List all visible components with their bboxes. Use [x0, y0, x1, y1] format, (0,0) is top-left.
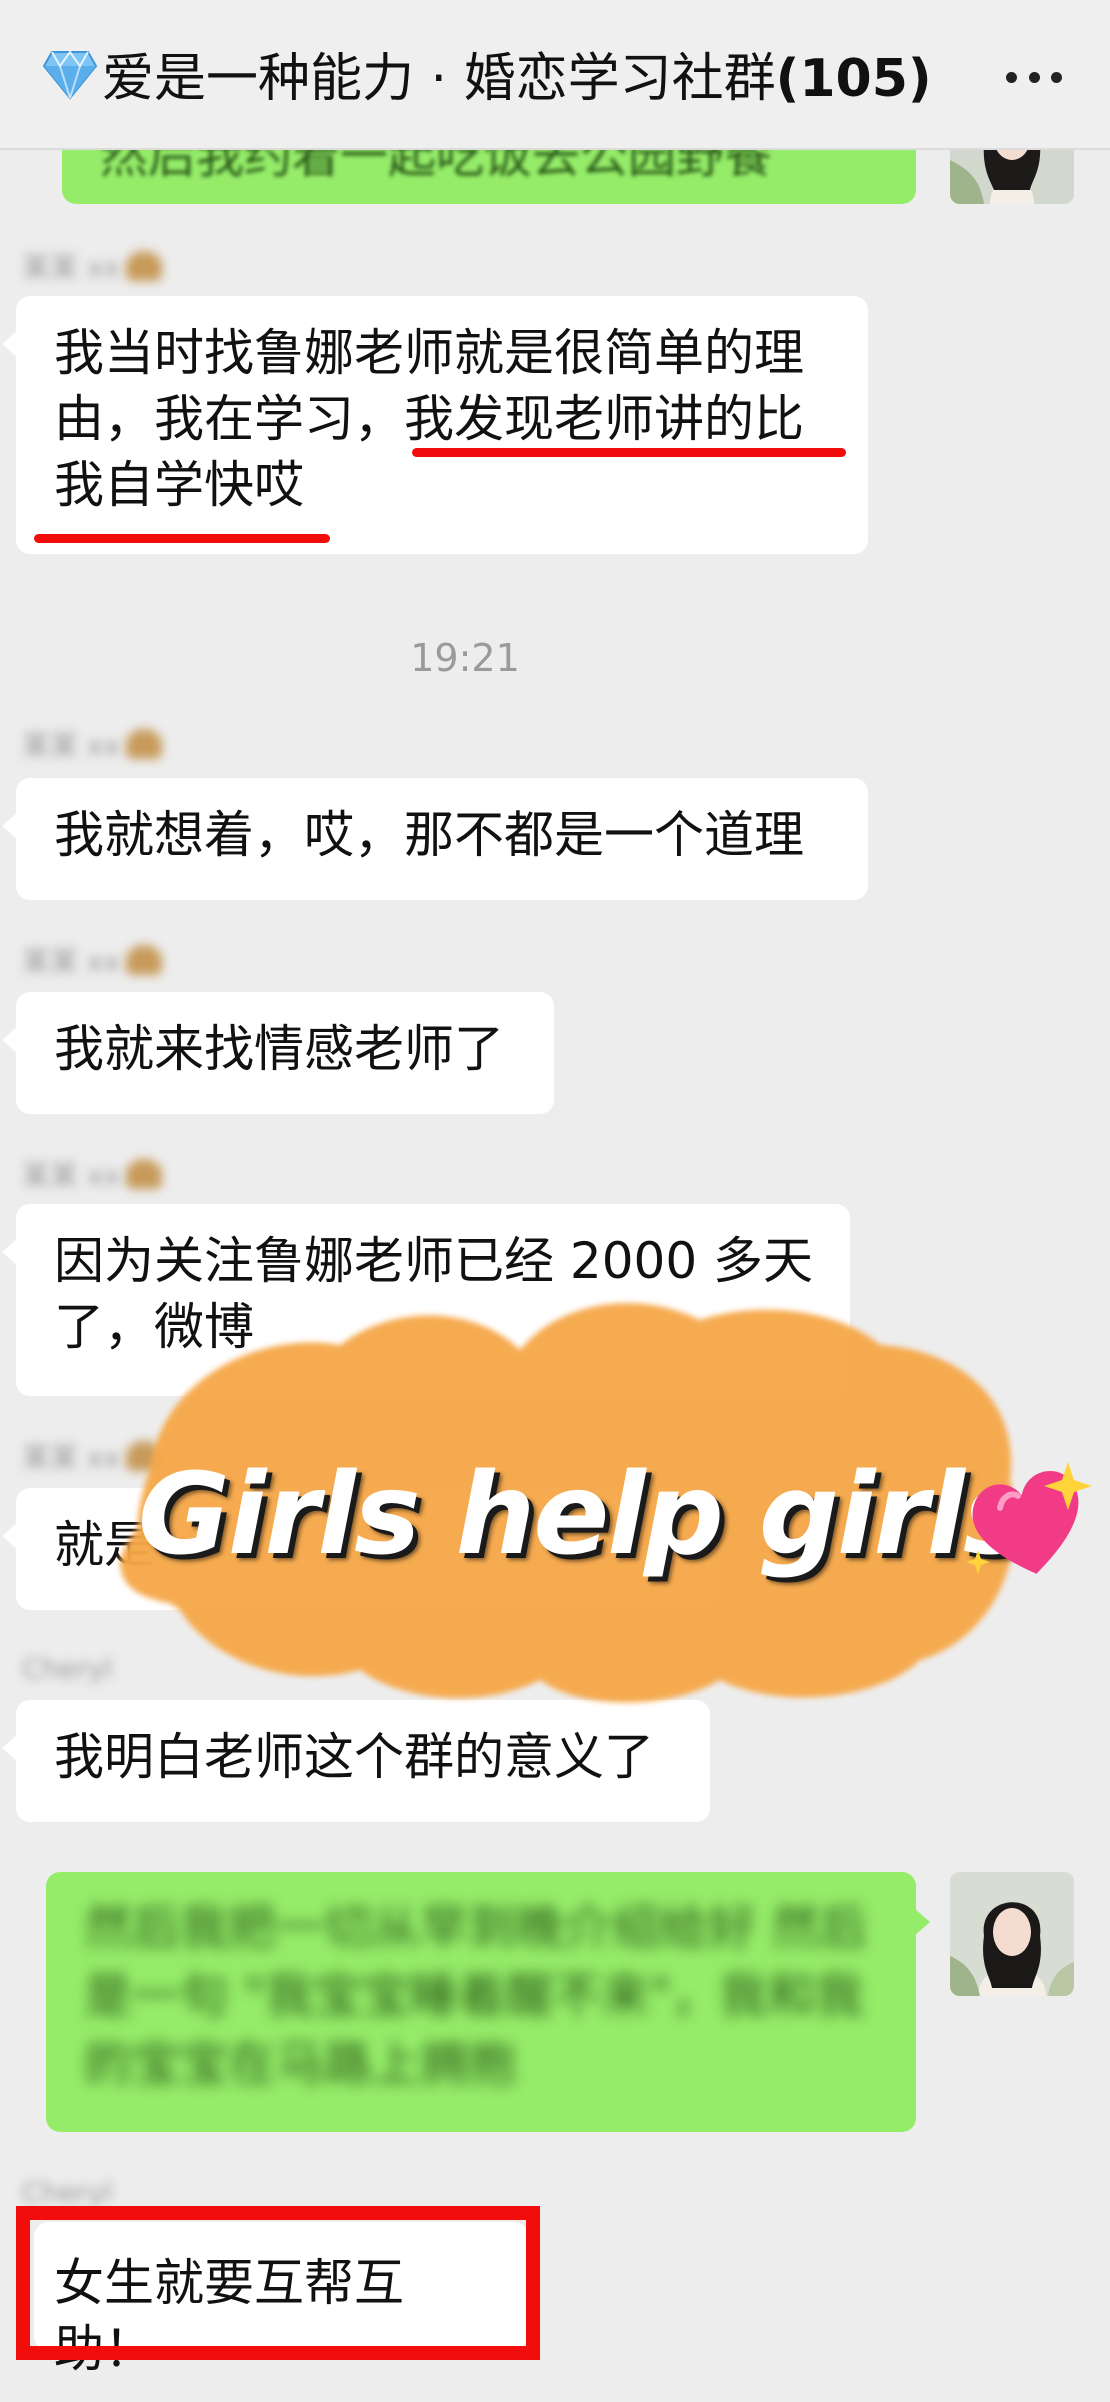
sender-name: 某某 xx: [22, 940, 163, 980]
slogan-text: Girls help girls: [138, 1450, 1030, 1580]
message-text: 然后我把一切从早到晚介绍给好 然后是一句 "我宝宝睡着醒不来"，我和我的宝宝在马…: [84, 1900, 868, 2092]
member-count: (105): [775, 49, 932, 109]
message-text: 因为关注鲁娜老师已经 2000 多天了，微博: [54, 1232, 814, 1356]
message-bubble-self: 然后我把一切从早到晚介绍给好 然后是一句 "我宝宝睡着醒不来"，我和我的宝宝在马…: [46, 1872, 930, 2132]
message-bubble: 我就来找情感老师了: [2, 992, 554, 1114]
sender-emoji-icon: [126, 1159, 163, 1189]
sender-name: Cheryl: [22, 1652, 113, 1685]
message-text: 我就想着，哎，那不都是一个道理: [54, 806, 804, 864]
sender-name: 某某 xx: [22, 1154, 163, 1194]
message-text: 我就来找情感老师了: [54, 1020, 504, 1078]
timestamp: 19:21: [410, 636, 520, 680]
sparkling-heart-icon: [964, 1458, 1096, 1582]
sender-emoji-icon: [126, 729, 163, 759]
message-text: 我明白老师这个群的意义了: [54, 1728, 654, 1786]
sender-emoji-icon: [126, 251, 163, 281]
chat-title[interactable]: 爱是一种能力 · 婚恋学习社群(105): [42, 48, 932, 113]
message-bubble: 因为关注鲁娜老师已经 2000 多天了，微博: [2, 1204, 850, 1396]
highlight-box: [16, 2206, 540, 2360]
highlight-underline: [412, 448, 846, 457]
chat-header: 爱是一种能力 · 婚恋学习社群(105): [0, 0, 1110, 150]
message-bubble: 我明白老师这个群的意义了: [2, 1700, 710, 1822]
chat-title-text: 爱是一种能力 · 婚恋学习社群: [102, 49, 776, 109]
message-text: 我当时找鲁娜老师就是很简单的理由，我在学习，我发现老师讲的比我自学快哎: [54, 324, 804, 514]
sender-name: 某某 xx: [22, 246, 163, 286]
sender-name: Cheryl: [22, 2176, 113, 2209]
more-dots-icon[interactable]: [1006, 62, 1062, 92]
highlight-underline: [34, 534, 330, 543]
sender-emoji-icon: [126, 945, 163, 975]
message-bubble: 我就想着，哎，那不都是一个道理: [2, 778, 868, 900]
sender-name: 某某 xx: [22, 724, 163, 764]
message-bubble: 我当时找鲁娜老师就是很简单的理由，我在学习，我发现老师讲的比我自学快哎: [2, 296, 868, 554]
diamond-icon: [42, 48, 98, 113]
avatar[interactable]: [950, 1872, 1074, 1996]
